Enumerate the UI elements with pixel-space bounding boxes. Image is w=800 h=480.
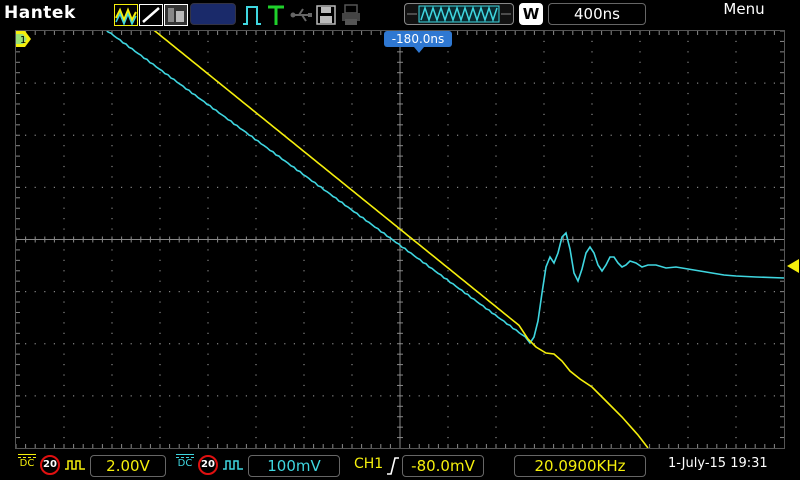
ch2-coupling-dc-icon[interactable]: DC xyxy=(174,454,196,476)
rising-edge-icon[interactable] xyxy=(386,456,400,476)
trigger-level-marker[interactable] xyxy=(787,259,799,273)
ch2-volts-per-div[interactable]: 100mV xyxy=(248,455,340,477)
trigger-source[interactable]: CH1 xyxy=(354,456,383,472)
trigger-level-readout[interactable]: -80.0mV xyxy=(402,455,484,477)
horizontal-position-readout[interactable]: -180.0ns xyxy=(384,31,452,47)
trigger-position-pointer[interactable] xyxy=(414,47,424,53)
ch1-coupling-dc-icon[interactable]: DC xyxy=(16,454,38,476)
usb-icon xyxy=(290,8,312,22)
memory-depth-indicator xyxy=(404,3,514,25)
ch2-probe-icon xyxy=(223,460,243,470)
brand-logo: Hantek xyxy=(4,3,76,23)
waveform-vectors-icon[interactable] xyxy=(114,4,138,26)
save-disk-icon[interactable] xyxy=(316,4,336,26)
channel1-ground-marker[interactable]: 1 xyxy=(16,31,31,47)
ch1-bandwidth-limit-badge[interactable]: 20 xyxy=(40,455,60,475)
traces-layer xyxy=(106,31,784,448)
display-format-box[interactable] xyxy=(190,3,236,25)
pulse-icon[interactable] xyxy=(241,4,263,26)
ch1-probe-icon xyxy=(65,460,85,470)
ch1-volts-per-div[interactable]: 2.00V xyxy=(90,455,166,477)
waveform-display[interactable]: -180.0ns 1 xyxy=(15,30,799,449)
top-toolbar: Hantek W 400ns Menu xyxy=(0,0,800,30)
svg-text:1: 1 xyxy=(20,35,26,46)
timebase-readout[interactable]: 400ns xyxy=(548,3,646,25)
date-time: 1-July-15 19:31 xyxy=(668,456,768,471)
print-icon xyxy=(342,4,360,25)
frequency-counter: 20.0900KHz xyxy=(514,455,646,477)
channel2-trace xyxy=(106,31,784,345)
acquire-mode-badge[interactable]: W xyxy=(519,3,543,25)
trigger-t-icon[interactable] xyxy=(266,4,286,26)
menu-button[interactable]: Menu xyxy=(688,0,800,30)
memory-waveform-icon xyxy=(407,5,511,23)
channel1-trace xyxy=(153,31,649,448)
status-bar: DC 20 2.00V DC 20 100mV CH1 -80.0mV 20.0… xyxy=(0,450,800,480)
ch2-bandwidth-limit-badge[interactable]: 20 xyxy=(198,455,218,475)
persistence-icon[interactable] xyxy=(164,4,188,26)
line-display-icon[interactable] xyxy=(139,4,163,26)
